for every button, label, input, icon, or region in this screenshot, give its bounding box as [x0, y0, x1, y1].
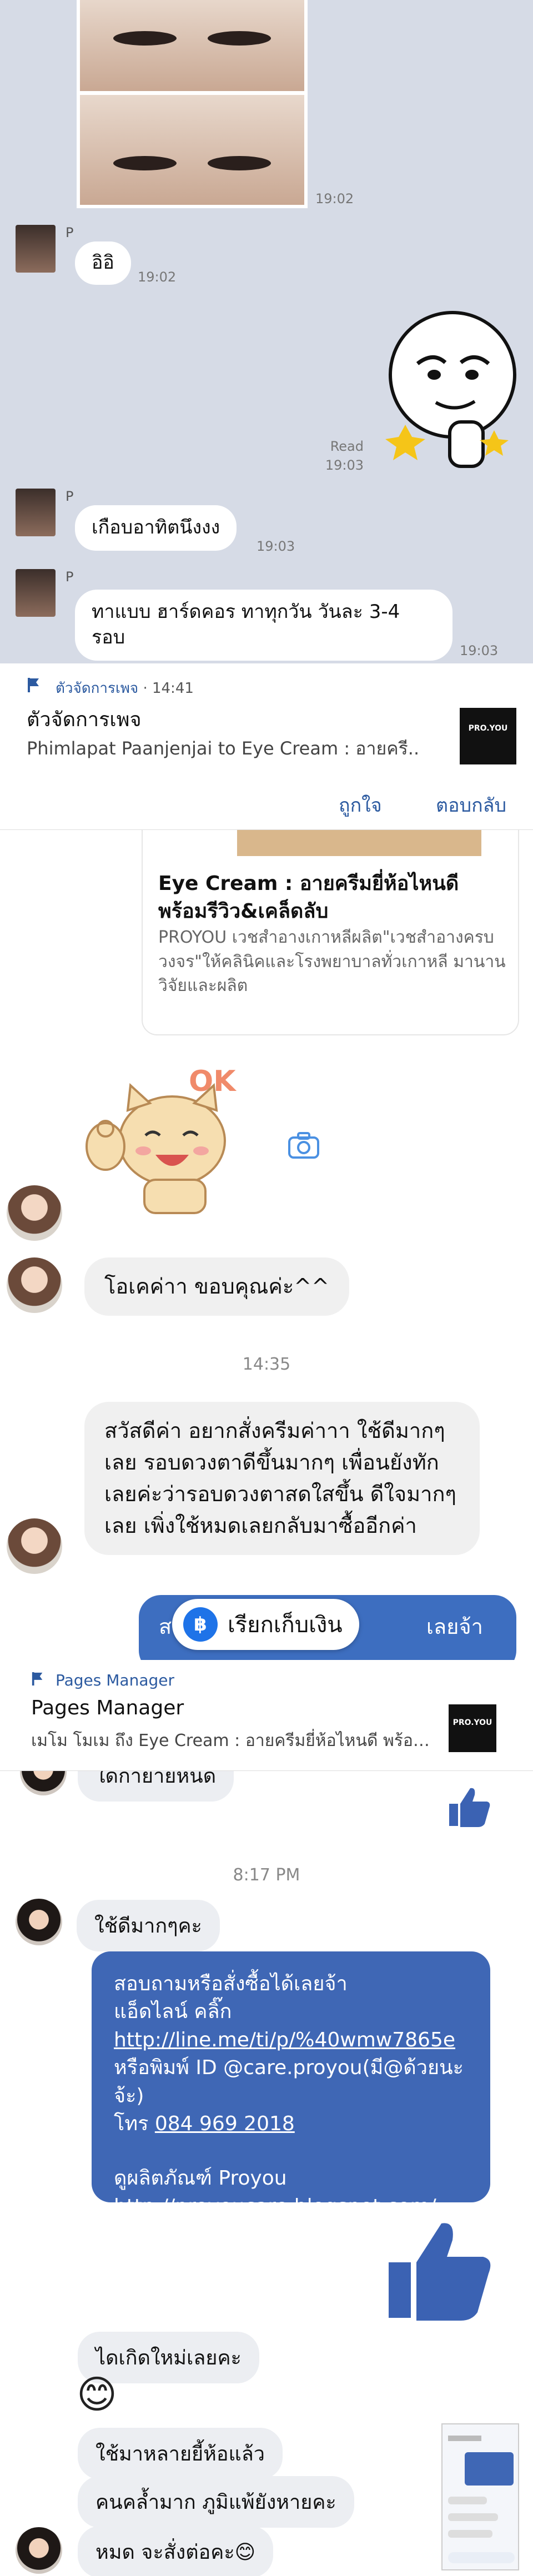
notification-thumbnail: PRO.YOU: [449, 1704, 496, 1752]
info-text: แอ็ดไลน์ คลิ๊ก: [114, 2000, 232, 2024]
message-bubble: ทาแบบ ฮาร์ดคอร ทาทุกวัน วันละ 3-4 รอบ: [75, 590, 452, 661]
notification-pages-manager-2[interactable]: Pages Manager Pages Manager เมโม โมเม ถึ…: [0, 1660, 533, 1771]
app-name: ตัวจัดการเพจ: [56, 680, 139, 697]
notification-title: ตัวจัดการเพจ: [27, 708, 142, 731]
message-bubble: สวัสดีค่า อยากสั่งครีมค่าาา ใช้ดีมากๆเลย…: [84, 1402, 480, 1555]
line-add-link[interactable]: http://line.me/ti/p/%40wmw7865e: [114, 2026, 468, 2054]
notification-body: เมโม โมเม ถึง Eye Cream : อายครีมยี่ห้อไ…: [31, 1731, 431, 1750]
read-time: 19:03: [325, 457, 364, 473]
phone-link[interactable]: 084 969 2018: [155, 2112, 295, 2135]
info-text: หรือพิมพ์ ID @care.proyou(มี@ด้วยนะจ้ะ): [114, 2056, 464, 2107]
message-time: 19:03: [460, 643, 499, 658]
notification-pages-manager[interactable]: ตัวจัดการเพจ · 14:41 ตัวจัดการเพจ Phimla…: [0, 663, 533, 830]
smile-emoji: 😊: [77, 2372, 117, 2417]
sender-avatar[interactable]: [7, 1185, 62, 1241]
eye-left: [113, 31, 177, 46]
like-action-button[interactable]: ถูกใจ: [339, 790, 382, 820]
camera-icon[interactable]: [286, 1130, 321, 1161]
sender-avatar[interactable]: [7, 1518, 62, 1574]
info-text: ดูผลิตภัณฑ์ Proyou: [114, 2167, 287, 2190]
customer-avatar[interactable]: [16, 1899, 62, 1945]
info-text: สอบถามหรือสั่งซื้อได้เลยจ้า: [114, 1973, 348, 1995]
eye-right: [208, 156, 271, 170]
sender-avatar[interactable]: [7, 1257, 62, 1313]
request-payment-button[interactable]: ฿ เรียกเก็บเงิน: [172, 1599, 359, 1650]
read-label: Read: [330, 439, 364, 454]
message-time: 19:02: [315, 191, 354, 207]
sent-message-text: เลยจ้า: [426, 1614, 483, 1639]
eye-photo-bottom[interactable]: [77, 92, 308, 208]
phone-label: โทร: [114, 2112, 149, 2135]
eye-photo-top[interactable]: [77, 0, 308, 94]
notification-body: Phimlapat Paanjenjai to Eye Cream : อายค…: [27, 738, 420, 759]
message-bubble: คนคล้ำมาก ภูมิแพ้ยังหายคะ: [78, 2476, 354, 2528]
eye-right: [208, 31, 271, 46]
notification-time: 14:41: [152, 680, 194, 697]
shop-info-bubble: สอบถามหรือสั่งซื้อได้เลยจ้า แอ็ดไลน์ คลิ…: [92, 1951, 490, 2218]
message-bubble: ใช้มาหลายยี้ห้อแล้ว: [78, 2428, 283, 2479]
notification-title: Pages Manager: [31, 1697, 184, 1719]
customer-avatar[interactable]: [16, 2527, 62, 2574]
message-line: รอบ: [92, 626, 125, 648]
ok-cat-sticker: OK: [86, 1065, 237, 1214]
timestamp-divider: 8:17 PM: [233, 1865, 300, 1885]
notification-thumbnail: PRO.YOU: [460, 708, 516, 764]
card-description: PROYOU เวชสำอางเกาหลีผลิต"เวชสำอางครบวงจ…: [158, 928, 506, 995]
customer-avatar[interactable]: [20, 1771, 67, 1795]
sender-avatar[interactable]: [16, 569, 56, 617]
link-preview-card[interactable]: Eye Cream : อายครีมยี่ห้อไหนดี พร้อมรีวิ…: [142, 830, 519, 1035]
sent-message-text: ส: [159, 1614, 172, 1639]
message-bubble: อิอิ: [75, 242, 131, 285]
card-image-strip: [143, 830, 518, 859]
pages-manager-chat-screenshot: ใดกายายหนด 8:17 PM ใช้ดีมากๆคะ สอบถามหรื…: [0, 1771, 533, 2576]
notification-app-name: Pages Manager: [56, 1671, 175, 1689]
reply-action-button[interactable]: ตอบกลับ: [436, 790, 506, 820]
thumbs-up-icon: [389, 2223, 491, 2321]
message-bubble: ใช้ดีมากๆคะ: [77, 1900, 220, 1951]
payment-icon: ฿: [183, 1607, 218, 1642]
message-bubble: หมด จะสั่งต่อคะ😊: [78, 2526, 274, 2576]
sender-name: P: [66, 225, 74, 240]
message-time: 19:03: [257, 539, 295, 554]
message-bubble: เกือบอาทิตนึงงง: [75, 505, 237, 551]
message-bubble: ใดกายายหนด: [78, 1771, 234, 1802]
timestamp-divider: 14:35: [242, 1355, 291, 1374]
sender-avatar[interactable]: [16, 225, 56, 273]
messenger-chat-screenshot: Eye Cream : อายครีมยี่ห้อไหนดี พร้อมรีวิ…: [0, 830, 533, 1660]
notification-app-name: ตัวจัดการเพจ · 14:41: [56, 680, 194, 697]
sender-name: P: [66, 489, 74, 504]
thumbs-up-icon: [449, 1788, 490, 1827]
line-chat-screenshot: 19:02 P อิอิ 19:02 Read 19:03 P เกือบอาท…: [0, 0, 533, 663]
message-time: 19:02: [138, 269, 177, 285]
eye-left: [113, 156, 177, 170]
sender-avatar[interactable]: [16, 489, 56, 536]
read-receipt: Read 19:03: [311, 437, 364, 475]
screenshot-thumbnail[interactable]: [441, 2423, 519, 2570]
flag-icon: [32, 1672, 43, 1686]
request-payment-label: เรียกเก็บเงิน: [228, 1612, 343, 1638]
message-line: ทาแบบ ฮาร์ดคอร ทาทุกวัน วันละ 3-4: [92, 601, 400, 623]
message-bubble: โอเคค่าา ขอบคุณค่ะ^^: [84, 1257, 349, 1316]
card-title: Eye Cream : อายครีมยี่ห้อไหนดี พร้อมรีวิ…: [158, 872, 459, 923]
thumbs-up-sticker: [385, 311, 516, 468]
flag-icon: [28, 678, 39, 692]
sender-name: P: [66, 569, 74, 585]
